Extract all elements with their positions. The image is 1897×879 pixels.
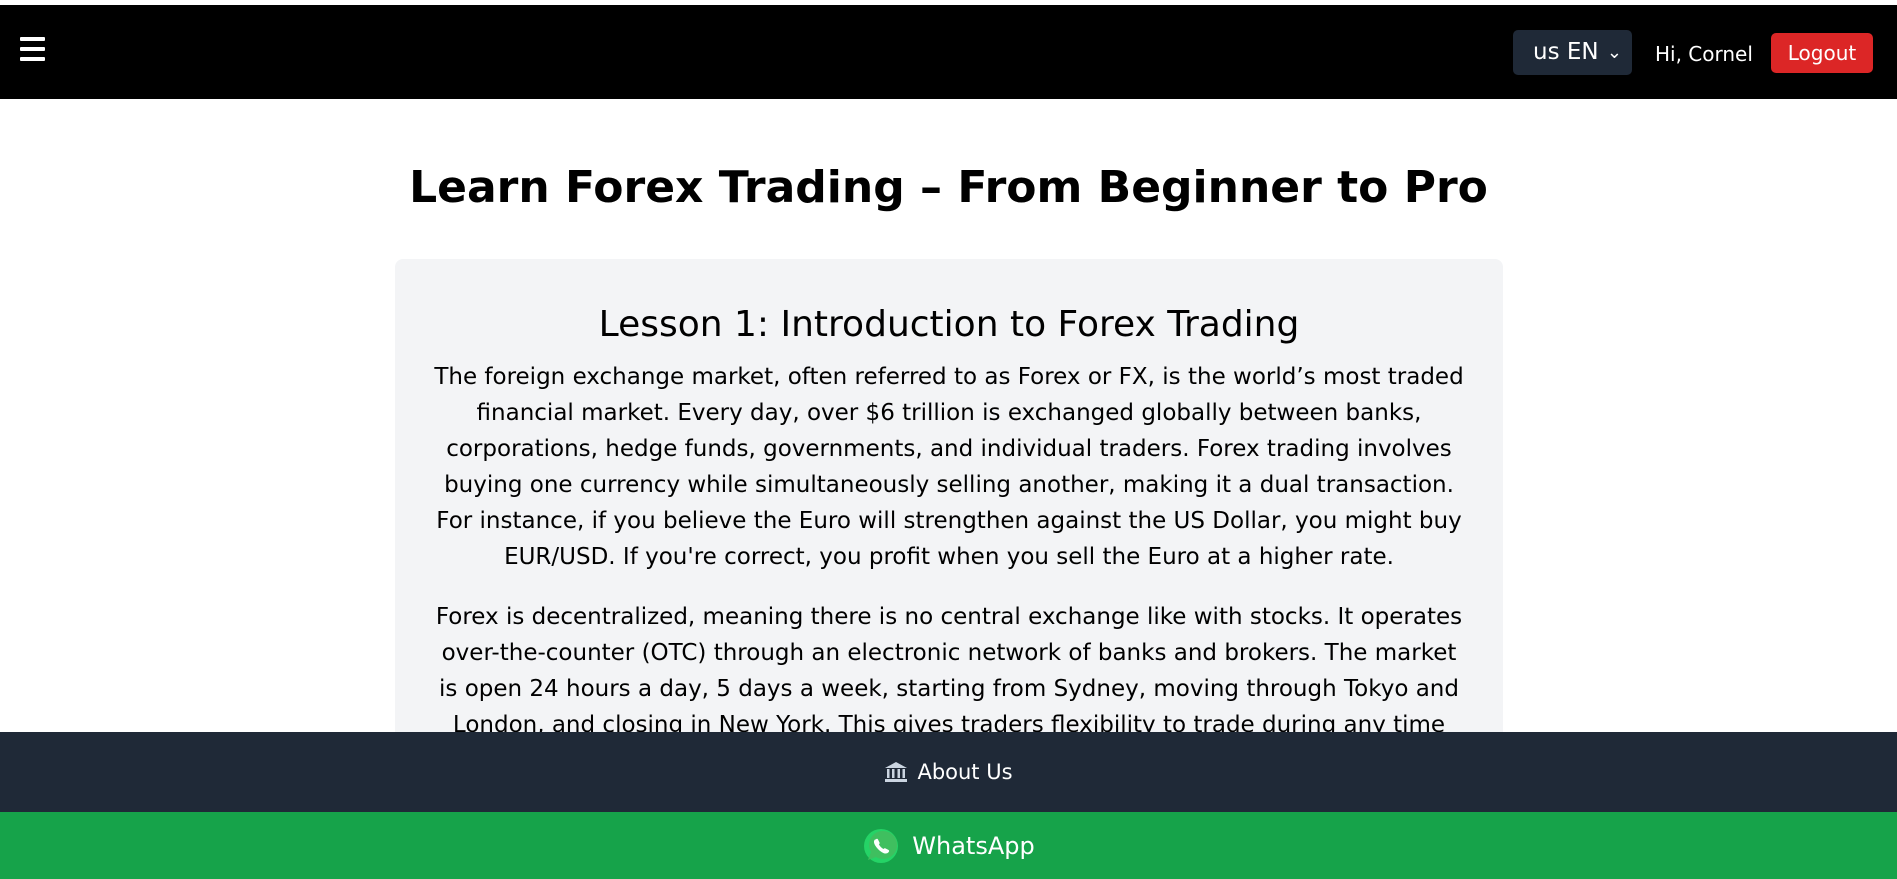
lesson-card: Lesson 1: Introduction to Forex Trading … bbox=[395, 259, 1503, 739]
language-select[interactable]: us EN ⌄ bbox=[1513, 30, 1632, 75]
user-greeting: Hi, Cornel bbox=[1655, 42, 1753, 66]
whatsapp-button[interactable]: WhatsApp bbox=[0, 812, 1897, 879]
lesson-paragraph: Forex is decentralized, meaning there is… bbox=[435, 604, 1463, 738]
whatsapp-label: WhatsApp bbox=[912, 831, 1035, 860]
navbar: us EN ⌄ Hi, Cornel Logout bbox=[0, 5, 1897, 99]
bank-icon bbox=[885, 762, 908, 782]
chevron-down-icon: ⌄ bbox=[1606, 42, 1622, 63]
about-us-label: About Us bbox=[917, 760, 1013, 784]
language-code: EN bbox=[1566, 39, 1599, 65]
lesson-paragraph: The foreign exchange market, often refer… bbox=[434, 364, 1464, 570]
lesson-title: Lesson 1: Introduction to Forex Trading bbox=[598, 304, 1300, 345]
logout-button[interactable]: Logout bbox=[1771, 33, 1873, 73]
about-us-link[interactable]: About Us bbox=[0, 732, 1897, 812]
hamburger-menu-icon[interactable] bbox=[20, 37, 54, 67]
flag-code: us bbox=[1533, 39, 1560, 65]
whatsapp-icon bbox=[864, 828, 899, 863]
page-title: Learn Forex Trading – From Beginner to P… bbox=[409, 162, 1488, 213]
